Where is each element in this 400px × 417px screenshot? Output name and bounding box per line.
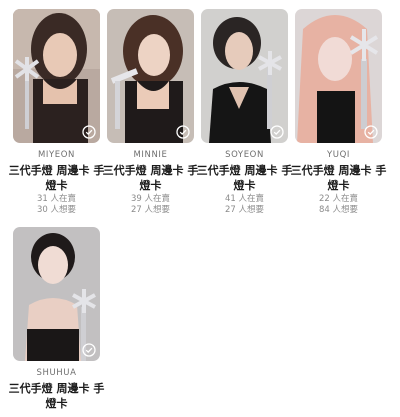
check-circle-icon[interactable] [270, 125, 284, 139]
photocard-item[interactable]: YUQI 三代手燈 周邊卡 手燈卡 22 人在賣 84 人想要 [291, 9, 386, 216]
check-circle-icon[interactable] [82, 343, 96, 357]
member-name: SOYEON [225, 150, 264, 160]
photocard-item[interactable]: MINNIE 三代手燈 周邊卡 手燈卡 39 人在賣 27 人想要 [103, 9, 198, 216]
photocard-image[interactable] [13, 227, 100, 361]
photocard-image[interactable] [295, 9, 382, 143]
member-name: YUQI [326, 150, 350, 160]
photocard-item[interactable]: MIYEON 三代手燈 周邊卡 手燈卡 31 人在賣 30 人想要 [9, 9, 104, 216]
wanted-count: 84 人想要 [318, 205, 359, 215]
selling-count: 39 人在賣 [130, 194, 171, 204]
selling-count: 41 人在賣 [224, 194, 265, 204]
card-title: 三代手燈 周邊卡 手燈卡 [196, 164, 293, 192]
selling-count: 31 人在賣 [36, 194, 77, 204]
card-title: 三代手燈 周邊卡 手燈卡 [8, 164, 105, 192]
photocard-image[interactable] [107, 9, 194, 143]
wanted-count: 27 人想要 [130, 205, 171, 215]
photocard-item[interactable]: SHUHUA 三代手燈 周邊卡 手燈卡 [9, 227, 104, 411]
check-circle-icon[interactable] [82, 125, 96, 139]
card-title: 三代手燈 周邊卡 手燈卡 [290, 164, 387, 192]
wanted-count: 30 人想要 [36, 205, 77, 215]
member-name: MINNIE [133, 150, 168, 160]
member-name: MIYEON [37, 150, 76, 160]
photocard-image[interactable] [13, 9, 100, 143]
wanted-count: 27 人想要 [224, 205, 265, 215]
selling-count: 22 人在賣 [318, 194, 359, 204]
card-title: 三代手燈 周邊卡 手燈卡 [102, 164, 199, 192]
check-circle-icon[interactable] [176, 125, 190, 139]
check-circle-icon[interactable] [364, 125, 378, 139]
photocard-grid: MIYEON 三代手燈 周邊卡 手燈卡 31 人在賣 30 人想要 MINNIE… [9, 9, 386, 411]
card-title: 三代手燈 周邊卡 手燈卡 [8, 382, 105, 410]
photocard-image[interactable] [201, 9, 288, 143]
photocard-item[interactable]: SOYEON 三代手燈 周邊卡 手燈卡 41 人在賣 27 人想要 [197, 9, 292, 216]
member-name: SHUHUA [36, 368, 77, 378]
